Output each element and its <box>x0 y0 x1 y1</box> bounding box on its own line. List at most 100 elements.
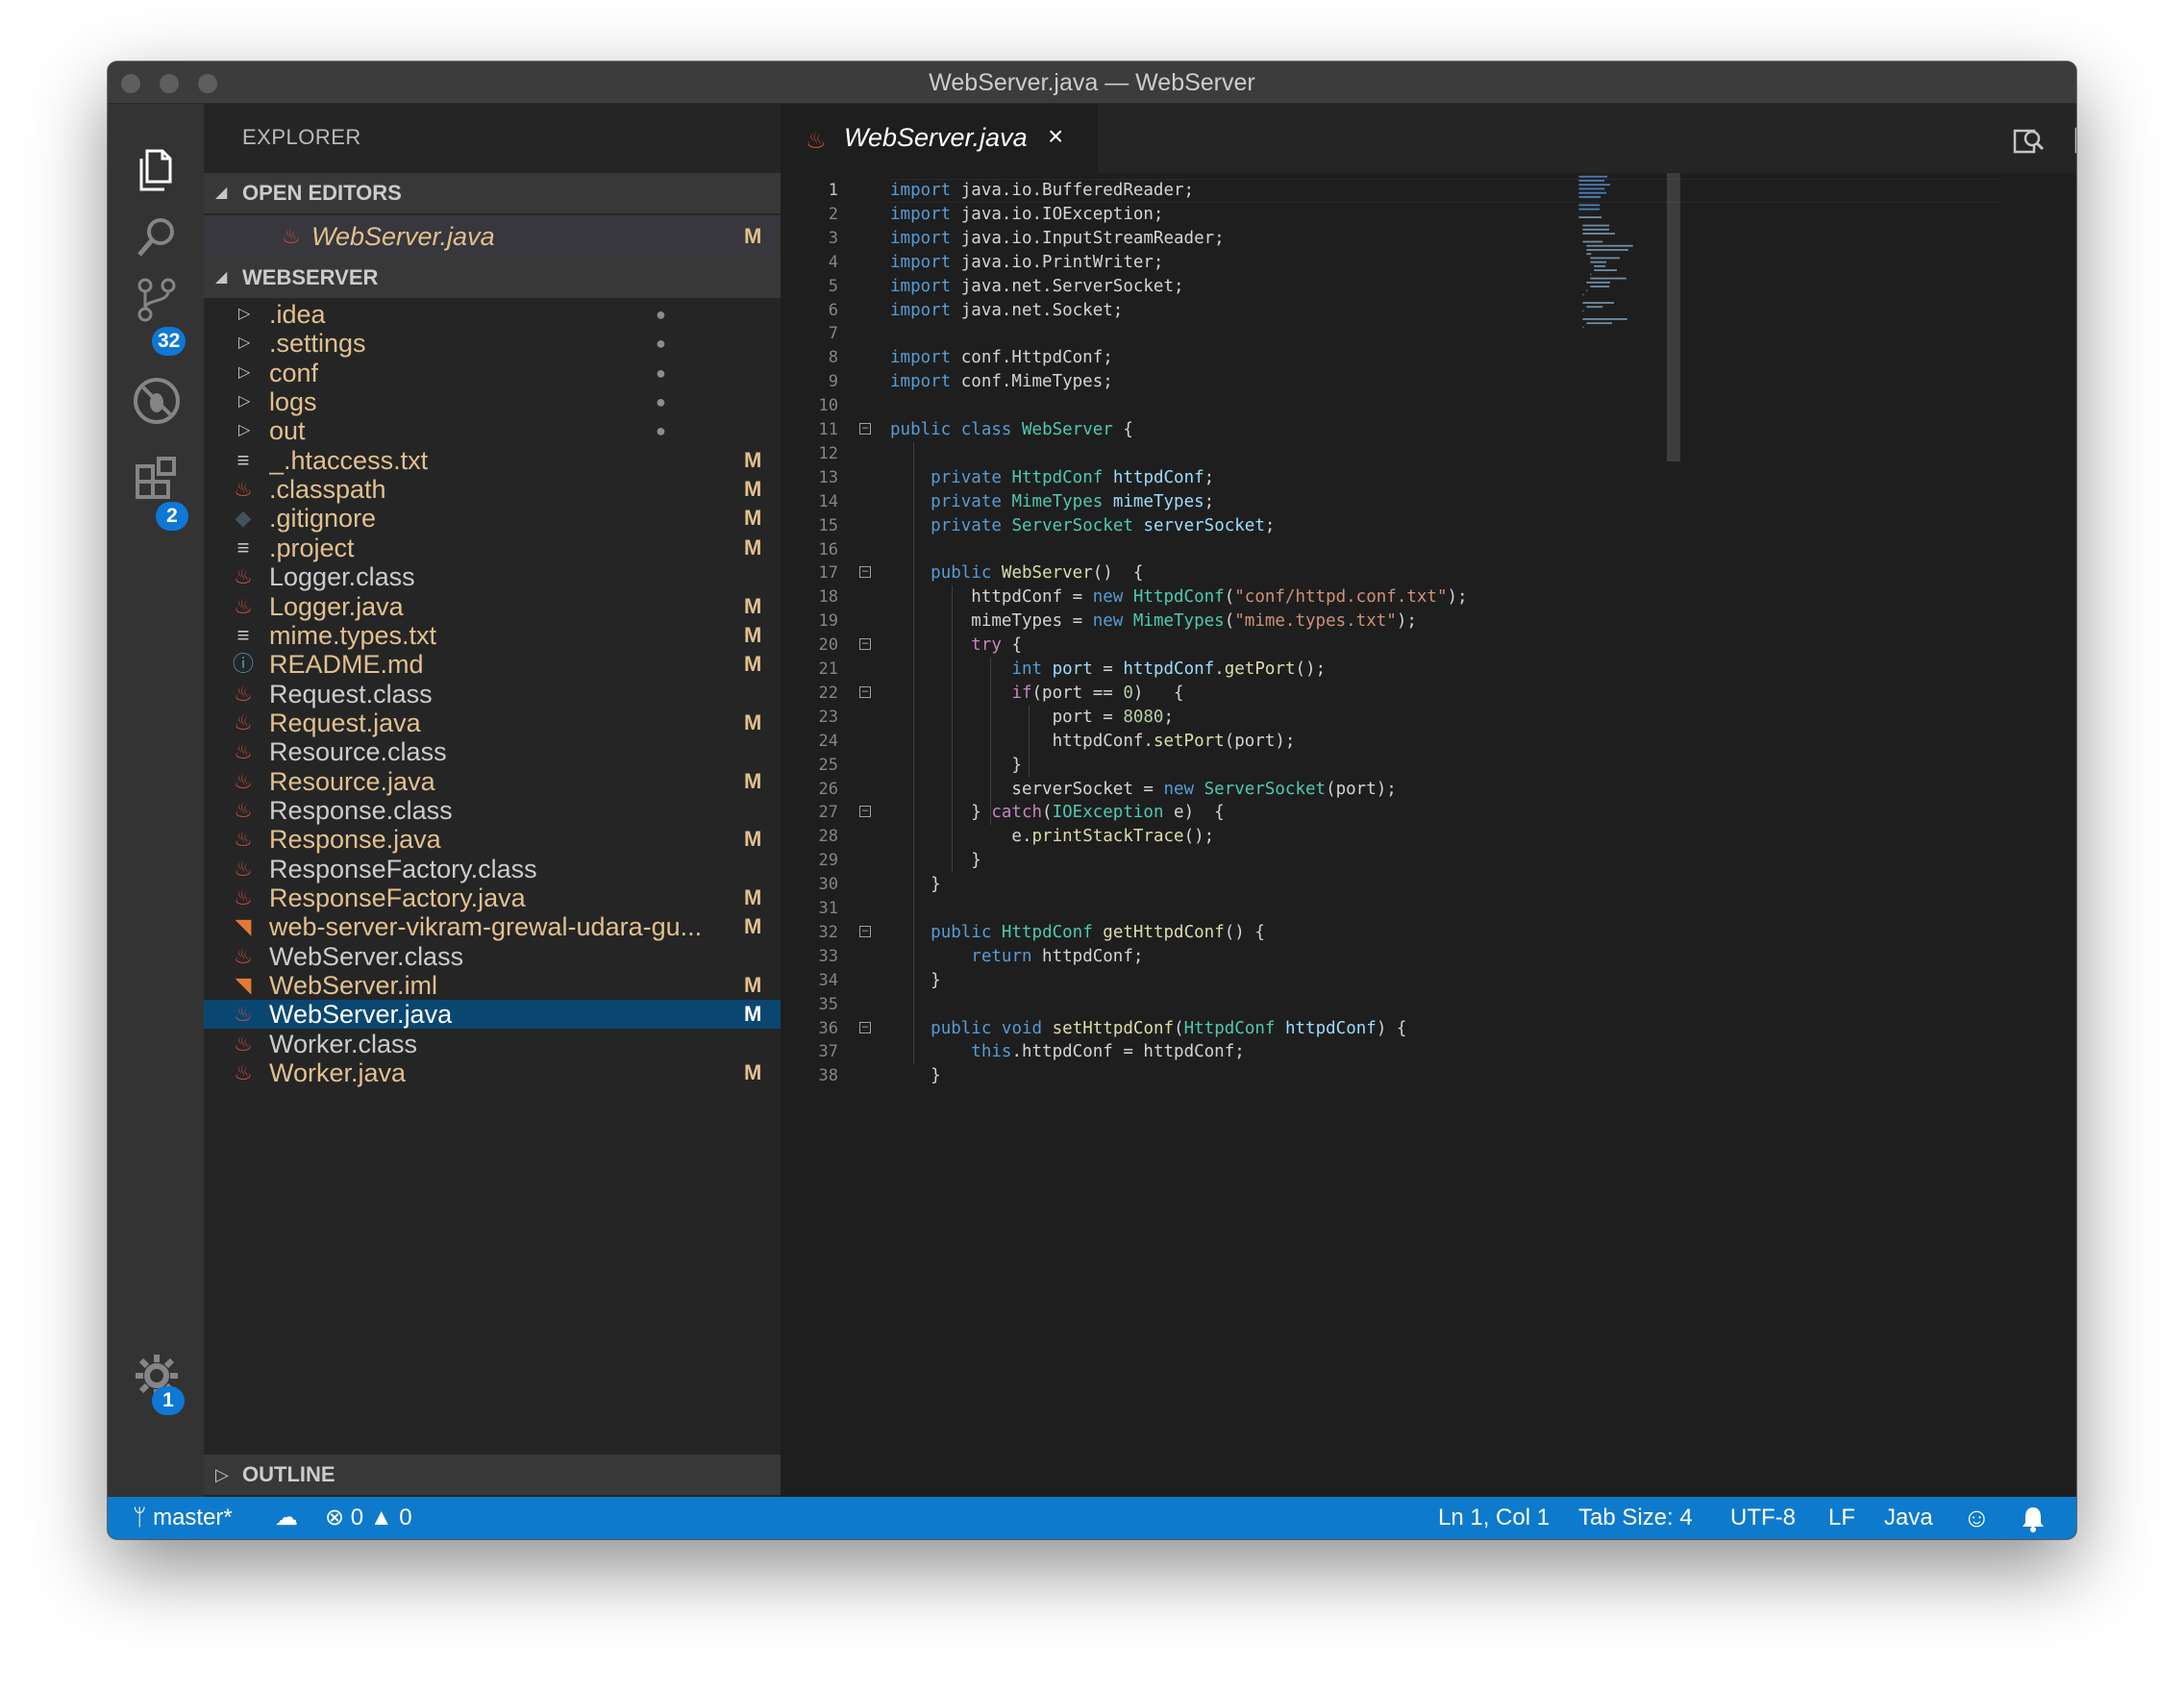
status-badge: M <box>744 973 762 998</box>
fold-toggle-icon[interactable]: – <box>859 806 871 818</box>
file-item[interactable]: ♨ Resource.class <box>204 737 781 766</box>
file-item[interactable]: ♨ ResponseFactory.java M <box>204 883 781 912</box>
feedback-smiley-icon[interactable]: ☺ <box>1963 1497 1991 1539</box>
explorer-sidebar: EXPLORER ◢ OPEN EDITORS ♨ WebServer.java… <box>204 104 781 1497</box>
file-item[interactable]: ♨ Logger.class <box>204 562 781 591</box>
file-item[interactable]: ♨ Resource.java M <box>204 767 781 796</box>
status-badge: M <box>744 593 762 618</box>
file-item[interactable]: ≡ _.htaccess.txt M <box>204 446 781 475</box>
outline-header[interactable]: ▷ OUTLINE <box>204 1455 781 1495</box>
folder-item[interactable]: ▷ conf ● <box>204 359 781 387</box>
file-label: Worker.class <box>269 1029 418 1058</box>
java-file-icon: ♨ <box>234 477 253 502</box>
sidebar-title: EXPLORER <box>242 125 361 149</box>
file-item[interactable]: ◥ web-server-vikram-grewal-udara-gu... M <box>204 912 781 941</box>
indent-guide <box>913 441 914 1065</box>
tab-size[interactable]: Tab Size: 4 <box>1578 1497 1693 1539</box>
title-bar: WebServer.java — WebServer <box>108 62 2076 104</box>
code-line: public void setHttpdConf(HttpdConf httpd… <box>931 1018 1407 1038</box>
open-editors-header[interactable]: ◢ OPEN EDITORS <box>204 173 781 213</box>
file-item[interactable]: ♨ Response.java M <box>204 825 781 854</box>
file-item[interactable]: ◥ WebServer.iml M <box>204 971 781 1000</box>
file-item[interactable]: ◆ .gitignore M <box>204 504 781 533</box>
minimap-line <box>1578 184 1611 187</box>
chevron-down-icon: ◢ <box>215 185 228 201</box>
file-item[interactable]: ♨ WebServer.java M <box>204 1000 781 1030</box>
split-editor-icon[interactable] <box>2072 123 2076 158</box>
fold-toggle-icon[interactable]: – <box>859 423 871 435</box>
minimap-line <box>1590 257 1620 260</box>
java-file-icon: ♨ <box>234 885 253 909</box>
folder-header[interactable]: ◢ WEBSERVER <box>204 258 781 298</box>
encoding[interactable]: UTF-8 <box>1730 1497 1796 1539</box>
open-editor-item[interactable]: ♨ WebServer.java M <box>204 215 781 258</box>
line-number: 1 <box>828 181 838 200</box>
code-editor[interactable]: 1 import java.io.BufferedReader; 2 import j… <box>781 173 2076 1497</box>
search-icon[interactable] <box>131 212 183 263</box>
explorer-icon[interactable] <box>131 144 183 196</box>
cursor-position[interactable]: Ln 1, Col 1 <box>1438 1497 1550 1539</box>
file-item[interactable]: ♨ Request.java M <box>204 709 781 737</box>
error-icon: ⊗ <box>325 1505 345 1530</box>
problems-indicator[interactable]: ⊗ 0 ▲ 0 <box>325 1497 412 1539</box>
code-line: import java.net.ServerSocket; <box>890 276 1184 296</box>
extensions-icon[interactable] <box>131 452 183 504</box>
file-item[interactable]: ≡ .project M <box>204 534 781 562</box>
fold-toggle-icon[interactable]: – <box>859 925 871 937</box>
source-control-icon[interactable] <box>131 275 183 327</box>
file-item[interactable]: ♨ Worker.java M <box>204 1058 781 1087</box>
minimap-line <box>1582 240 1603 243</box>
file-item[interactable]: ♨ Worker.class <box>204 1030 781 1058</box>
debug-icon[interactable] <box>131 375 183 427</box>
fold-toggle-icon[interactable]: – <box>859 685 871 698</box>
code-line: public WebServer() { <box>931 563 1144 584</box>
minimap[interactable] <box>1569 173 1665 404</box>
folder-item[interactable]: ▷ .settings ● <box>204 329 781 358</box>
tab-webserver-java[interactable]: ♨ WebServer.java × <box>781 104 1098 173</box>
branch-indicator[interactable]: ᛘ master* <box>133 1497 233 1539</box>
fold-toggle-icon[interactable]: – <box>859 566 871 579</box>
file-label: WebServer.class <box>269 941 464 971</box>
minimap-line <box>1582 233 1616 235</box>
file-item[interactable]: ♨ Response.class <box>204 796 781 825</box>
folder-item[interactable]: ▷ out ● <box>204 416 781 445</box>
file-item[interactable]: ♨ Logger.java M <box>204 592 781 621</box>
minimap-line <box>1578 216 1602 218</box>
minimap-line <box>1590 286 1610 287</box>
fold-toggle-icon[interactable]: – <box>859 1021 871 1033</box>
file-item[interactable]: ≡ mime.types.txt M <box>204 621 781 650</box>
open-changes-icon[interactable] <box>2011 123 2046 158</box>
line-number: 38 <box>818 1066 838 1086</box>
language-mode[interactable]: Java <box>1884 1497 1933 1539</box>
code-line: } <box>890 875 941 895</box>
fold-toggle-icon[interactable]: – <box>859 638 871 651</box>
file-item[interactable]: ♨ Request.class <box>204 680 781 709</box>
line-ending[interactable]: LF <box>1828 1497 1855 1539</box>
file-item[interactable]: ♨ WebServer.class <box>204 942 781 971</box>
code-line: if(port == 0) { <box>1011 683 1184 703</box>
folder-item[interactable]: ▷ logs ● <box>204 387 781 416</box>
code-line: mimeTypes = new MimeTypes("mime.types.tx… <box>890 611 1417 632</box>
code-line: import java.io.InputStreamReader; <box>890 228 1225 248</box>
minimap-line <box>1578 196 1601 198</box>
java-file-icon: ♨ <box>234 768 253 793</box>
minimap-line <box>1590 277 1626 280</box>
file-item[interactable]: ♨ ResponseFactory.class <box>204 855 781 883</box>
file-label: Logger.class <box>269 562 415 592</box>
line-number: 3 <box>828 228 838 248</box>
bell-icon[interactable] <box>2021 1497 2046 1539</box>
line-number: 23 <box>818 707 838 727</box>
file-item[interactable]: ⓘ README.md M <box>204 650 781 679</box>
minimap-line <box>1590 273 1592 276</box>
line-number: 22 <box>818 683 838 703</box>
minimap-line <box>1582 224 1610 227</box>
file-item[interactable]: ♨ .classpath M <box>204 475 781 504</box>
code-line: private MimeTypes mimeTypes; <box>931 491 1215 511</box>
sync-icon[interactable]: ☁ <box>275 1497 298 1539</box>
line-number: 17 <box>818 563 838 584</box>
close-icon[interactable]: × <box>1048 121 1063 152</box>
folder-item[interactable]: ▷ .idea ● <box>204 300 781 329</box>
status-badge: M <box>744 535 762 560</box>
vertical-scrollbar[interactable] <box>1667 173 1680 461</box>
minimap-line <box>1586 322 1613 325</box>
